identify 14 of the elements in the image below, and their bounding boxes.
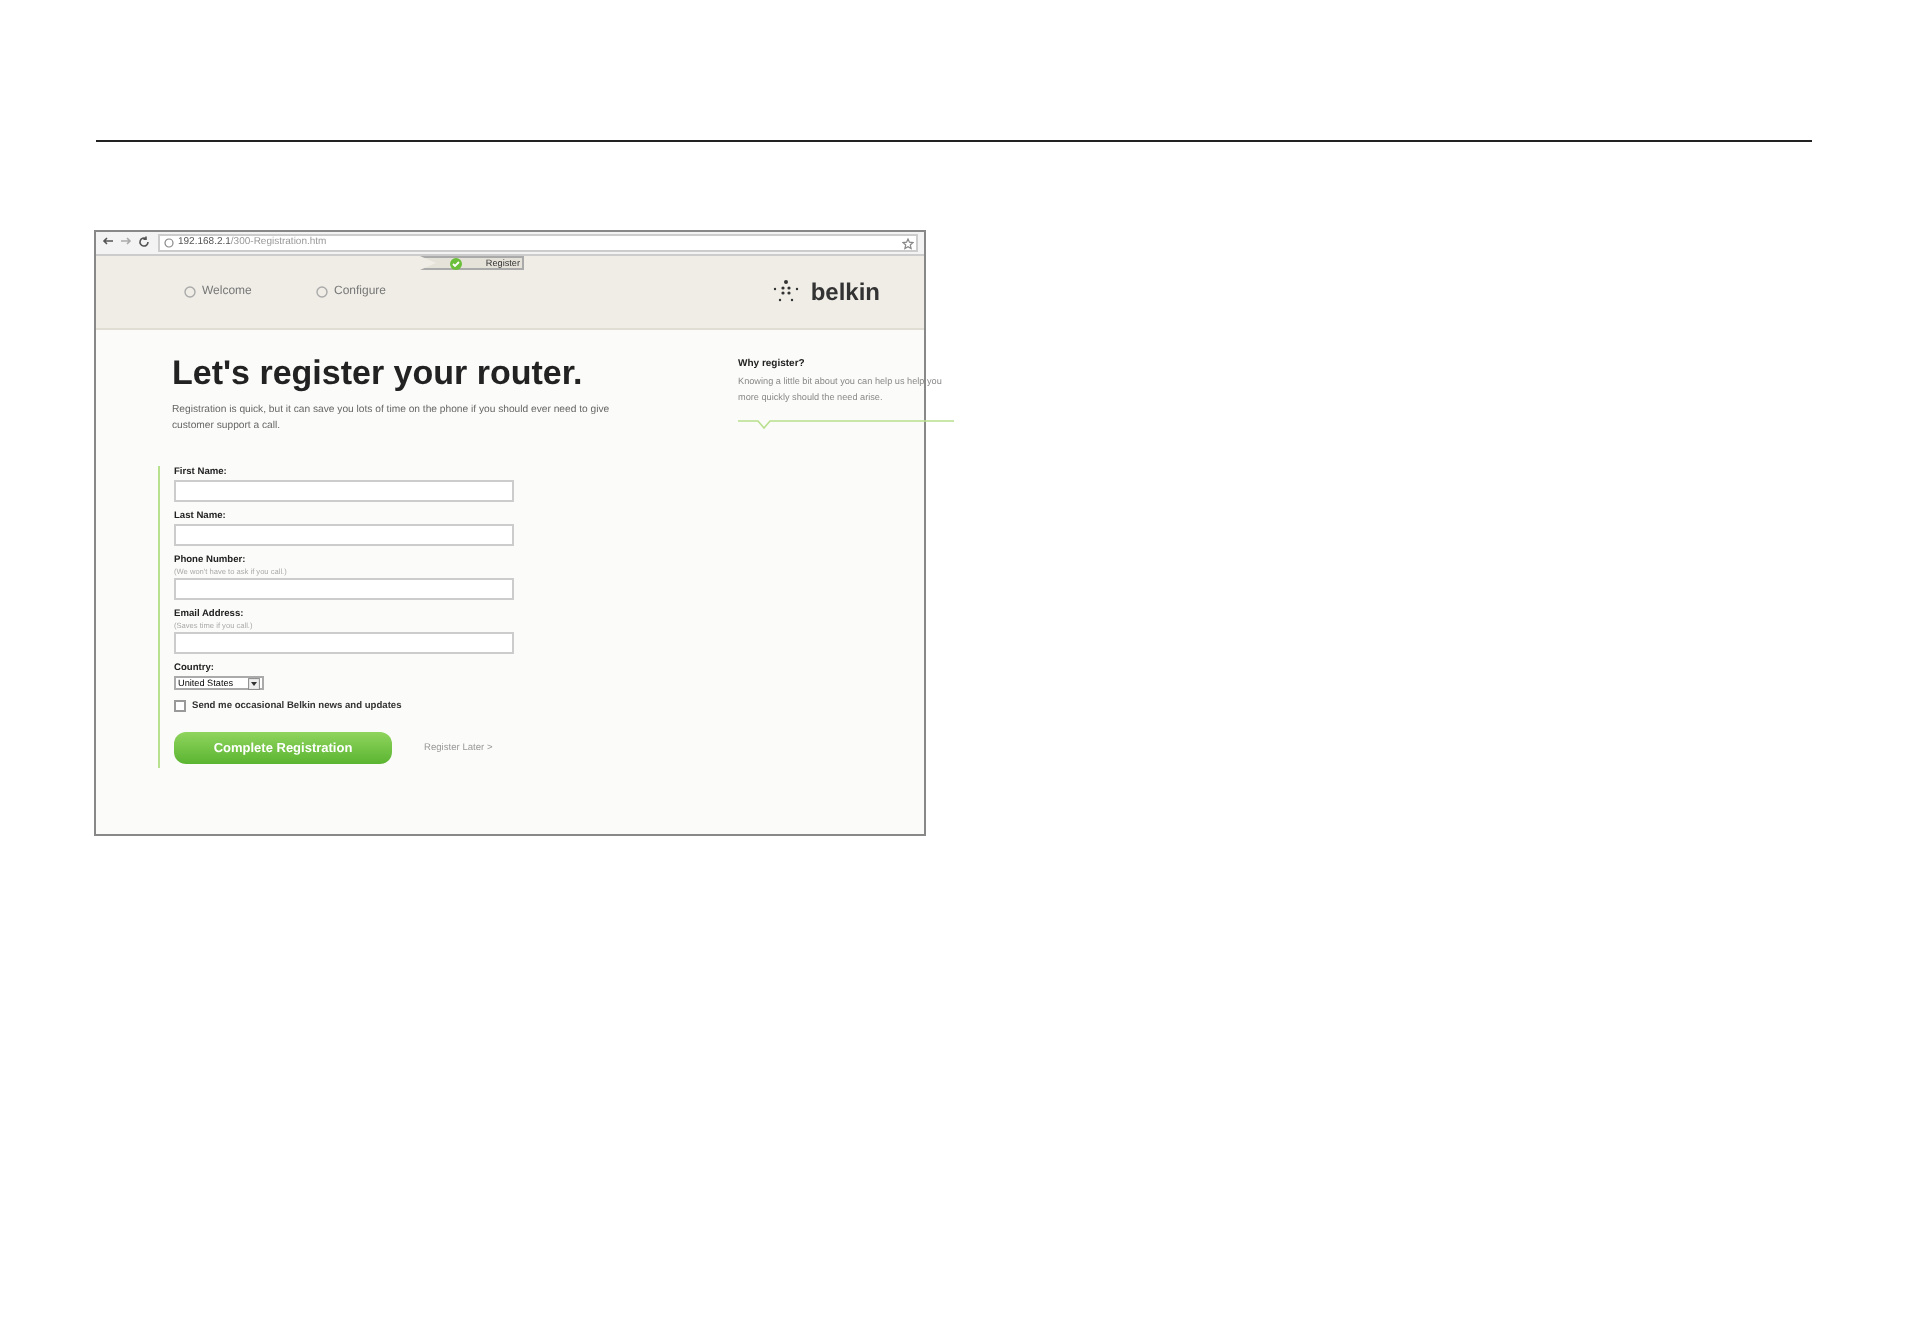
dropdown-arrow-icon — [248, 677, 260, 689]
input-field[interactable] — [174, 480, 514, 502]
newsletter-checkbox[interactable] — [174, 700, 186, 712]
input-field[interactable] — [174, 632, 514, 654]
logo-dots-icon — [772, 280, 801, 304]
page-icon — [164, 238, 174, 248]
input-field[interactable] — [174, 524, 514, 546]
radio-icon — [316, 286, 328, 298]
page-heading: Let's register your router. — [172, 354, 585, 394]
brand-logo: belkin — [810, 278, 880, 306]
star-icon[interactable] — [902, 237, 914, 249]
input-field[interactable] — [174, 578, 514, 600]
radio-icon — [184, 286, 196, 298]
reload-icon[interactable] — [138, 235, 150, 251]
